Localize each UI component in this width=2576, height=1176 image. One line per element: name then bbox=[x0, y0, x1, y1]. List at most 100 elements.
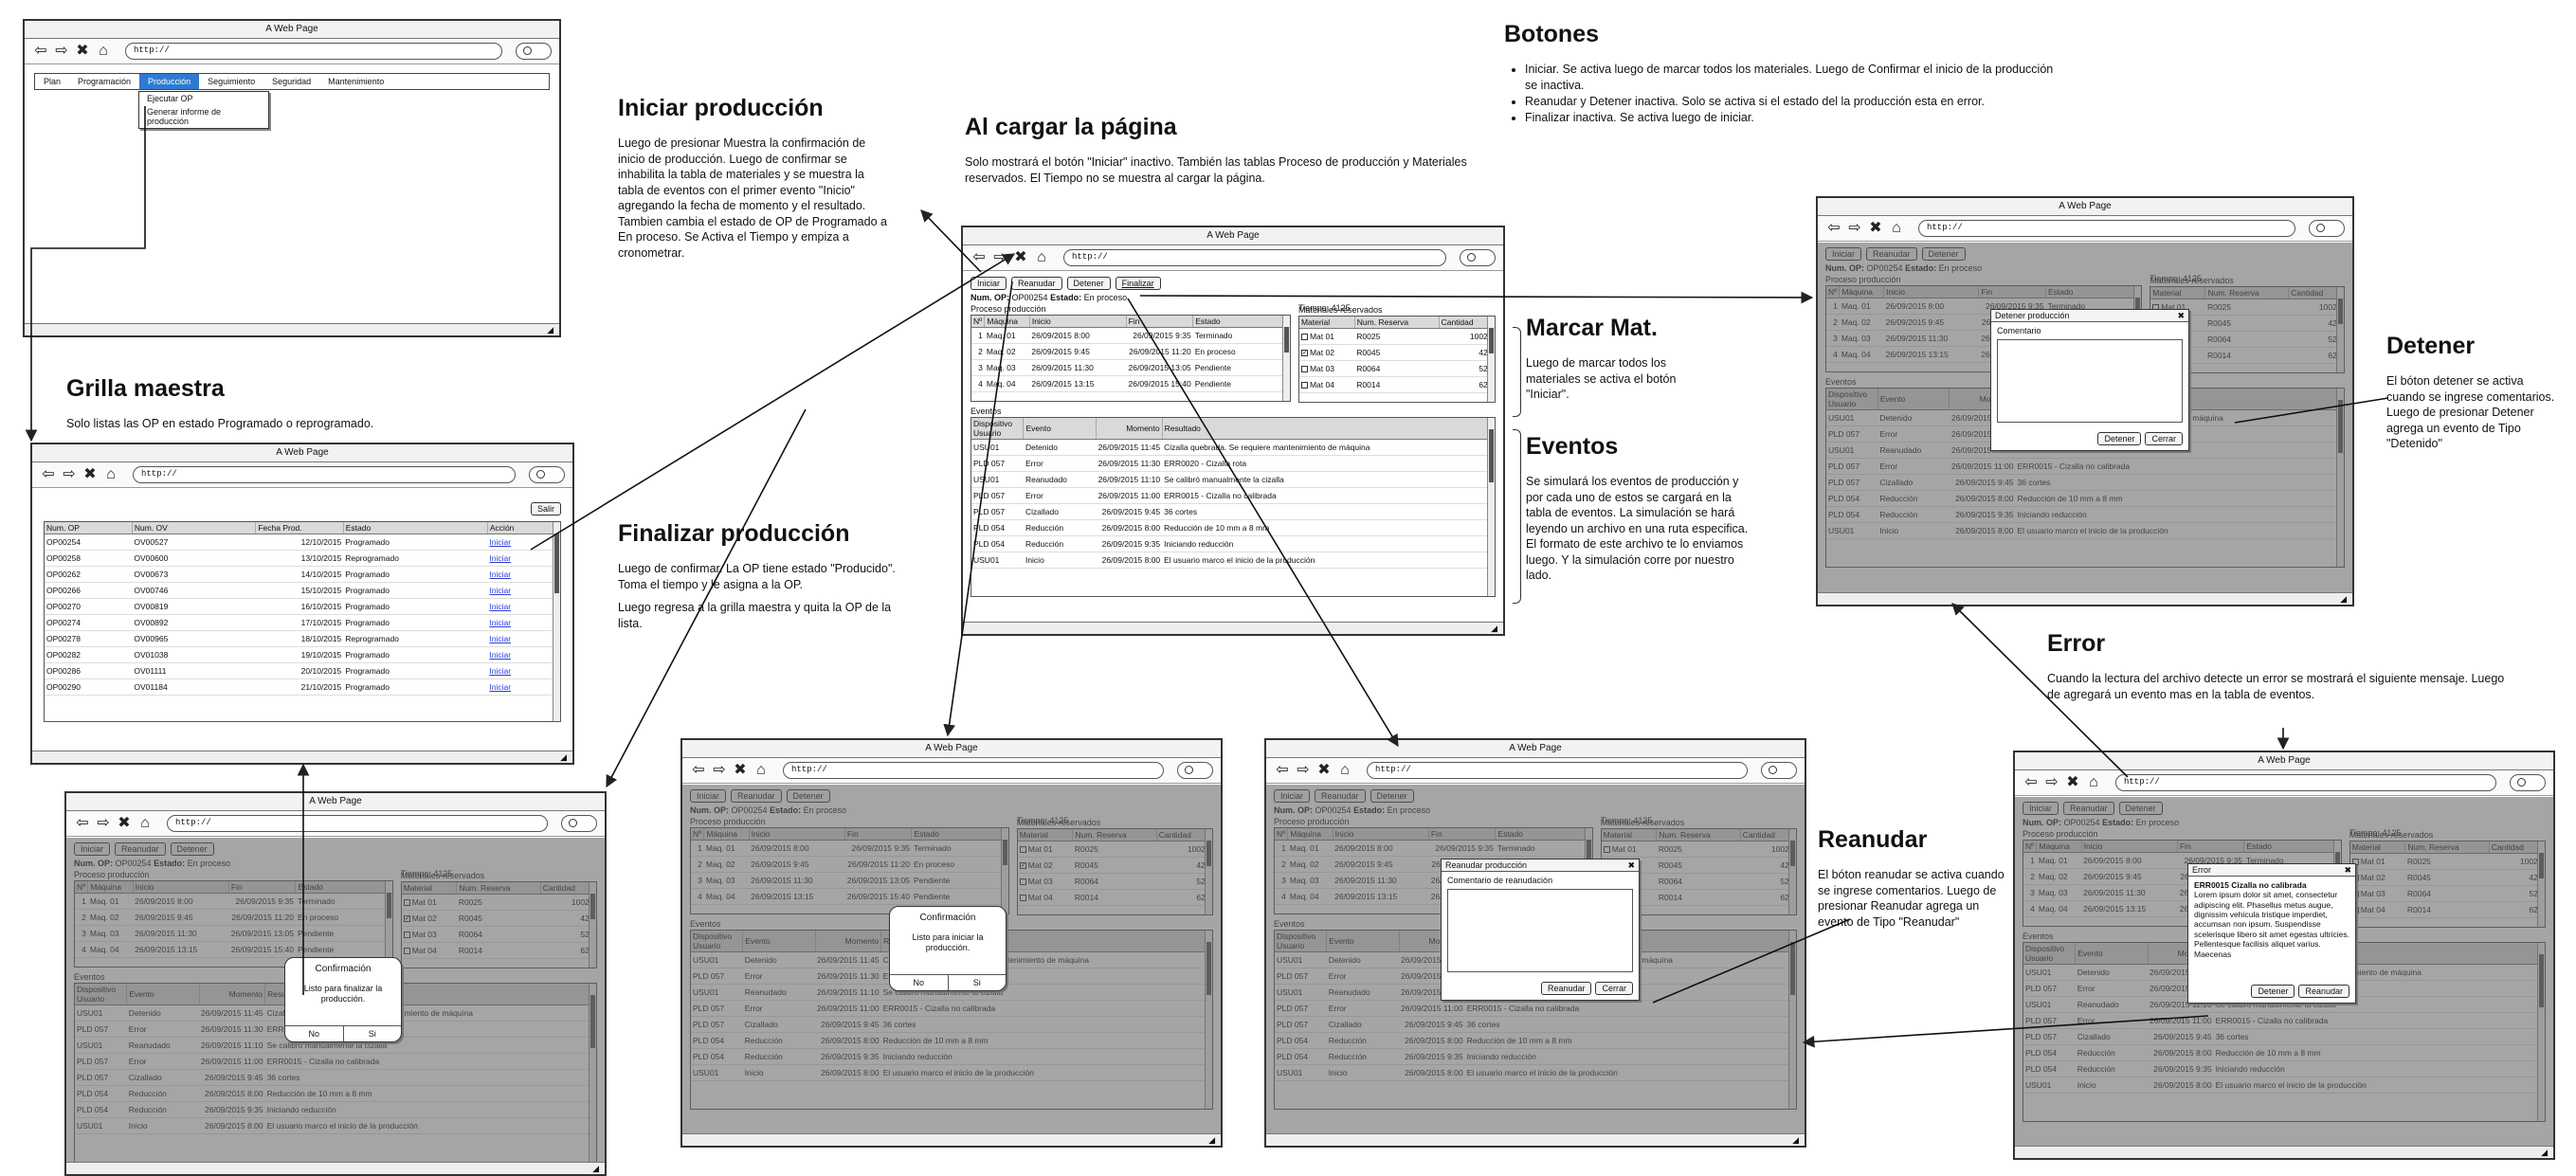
iniciar-link[interactable]: Iniciar bbox=[489, 634, 511, 643]
table-row[interactable]: USU01Detenido26/09/2015 11:45Cizalla que… bbox=[971, 439, 1495, 456]
address-bar[interactable]: http:// bbox=[783, 762, 1164, 779]
comment-textarea[interactable] bbox=[1997, 339, 2183, 423]
menu-item-seguimiento[interactable]: Seguimiento bbox=[199, 74, 263, 89]
back-icon[interactable]: ⇦ bbox=[1825, 220, 1842, 237]
menu-item-plan[interactable]: Plan bbox=[35, 74, 69, 89]
dropdown-item-generar-informe[interactable]: Generar informe de producción bbox=[139, 105, 268, 128]
forward-icon[interactable]: ⇨ bbox=[991, 249, 1008, 266]
search-icon[interactable] bbox=[516, 43, 552, 60]
material-cell[interactable]: ✓Mat 02 bbox=[1298, 344, 1355, 361]
stop-icon[interactable]: ✖ bbox=[1867, 220, 1884, 237]
table-row[interactable]: 3Maq. 0326/09/2015 11:3026/09/2015 13:05… bbox=[971, 359, 1290, 376]
action-cell[interactable]: Iniciar bbox=[487, 646, 560, 663]
stop-icon[interactable]: ✖ bbox=[82, 466, 99, 483]
action-cell[interactable]: Iniciar bbox=[487, 598, 560, 615]
back-icon[interactable]: ⇦ bbox=[690, 762, 707, 779]
home-icon[interactable]: ⌂ bbox=[1033, 249, 1050, 266]
confirm-no-button[interactable]: No bbox=[890, 975, 948, 990]
stop-icon[interactable]: ✖ bbox=[1315, 762, 1333, 779]
action-cell[interactable]: Iniciar bbox=[487, 534, 560, 551]
close-icon[interactable]: ✖ bbox=[1627, 860, 1635, 871]
confirm-si-button[interactable]: Si bbox=[947, 975, 1007, 990]
forward-icon[interactable]: ⇨ bbox=[1846, 220, 1863, 237]
iniciar-link[interactable]: Iniciar bbox=[489, 666, 511, 676]
table-row[interactable]: PLD 057Cizallado26/09/2015 9:4536 cortes bbox=[971, 503, 1495, 520]
stop-icon[interactable]: ✖ bbox=[2064, 774, 2081, 791]
forward-icon[interactable]: ⇨ bbox=[1295, 762, 1312, 779]
back-icon[interactable]: ⇦ bbox=[971, 249, 988, 266]
home-icon[interactable]: ⌂ bbox=[102, 466, 119, 483]
table-row[interactable]: 1Maq. 0126/09/2015 8:0026/09/2015 9:35Te… bbox=[971, 327, 1290, 344]
back-icon[interactable]: ⇦ bbox=[74, 815, 91, 832]
iniciar-link[interactable]: Iniciar bbox=[489, 537, 511, 547]
detener-button[interactable]: Detener bbox=[1066, 277, 1111, 290]
iniciar-link[interactable]: Iniciar bbox=[489, 553, 511, 563]
table-row[interactable]: USU01Inicio26/09/2015 8:00El usuario mar… bbox=[971, 552, 1495, 569]
scrollbar[interactable] bbox=[553, 522, 560, 721]
table-row[interactable]: Mat 04 R0014620 bbox=[1298, 376, 1495, 393]
close-icon[interactable]: ✖ bbox=[2344, 865, 2351, 876]
checkbox-icon[interactable]: ✓ bbox=[1300, 350, 1308, 357]
iniciar-link[interactable]: Iniciar bbox=[489, 586, 511, 595]
action-cell[interactable]: Iniciar bbox=[487, 662, 560, 679]
table-row[interactable]: 4Maq. 0426/09/2015 13:1526/09/2015 15:40… bbox=[971, 375, 1290, 392]
reanudar-cancel-button[interactable]: Cerrar bbox=[1595, 982, 1633, 995]
action-cell[interactable]: Iniciar bbox=[487, 678, 560, 696]
menu-item-mantenimiento[interactable]: Mantenimiento bbox=[319, 74, 392, 89]
address-bar[interactable]: http:// bbox=[2115, 774, 2496, 791]
table-row[interactable]: OP00286 OV01111 20/10/2015 Programado Inicia… bbox=[45, 662, 560, 679]
iniciar-link[interactable]: Iniciar bbox=[489, 650, 511, 660]
back-icon[interactable]: ⇦ bbox=[40, 466, 57, 483]
menu-item-seguridad[interactable]: Seguridad bbox=[263, 74, 319, 89]
reanudar-button[interactable]: Reanudar bbox=[1011, 277, 1062, 290]
table-row[interactable]: OP00266 OV00746 15/10/2015 Programado Inicia… bbox=[45, 582, 560, 599]
address-bar[interactable]: http:// bbox=[1367, 762, 1748, 779]
reanudar-ok-button[interactable]: Reanudar bbox=[1540, 982, 1592, 995]
scrollbar[interactable] bbox=[1487, 418, 1495, 596]
table-row[interactable]: ✓Mat 02R0045420 bbox=[1298, 344, 1495, 361]
address-bar[interactable]: http:// bbox=[125, 43, 502, 60]
action-cell[interactable]: Iniciar bbox=[487, 550, 560, 567]
action-cell[interactable]: Iniciar bbox=[487, 630, 560, 647]
material-cell[interactable]: Mat 01 bbox=[1298, 328, 1355, 345]
search-icon[interactable] bbox=[529, 466, 565, 483]
home-icon[interactable]: ⌂ bbox=[2085, 774, 2102, 791]
table-row[interactable]: PLD 057Error26/09/2015 11:30ERR0020 - Ci… bbox=[971, 455, 1495, 472]
search-icon[interactable] bbox=[2309, 220, 2345, 237]
iniciar-link[interactable]: Iniciar bbox=[489, 570, 511, 579]
back-icon[interactable]: ⇦ bbox=[2023, 774, 2040, 791]
iniciar-button[interactable]: Iniciar bbox=[971, 277, 1007, 290]
table-row[interactable]: PLD 054Reducción26/09/2015 9:35Iniciando… bbox=[971, 535, 1495, 552]
table-row[interactable]: OP00262 OV00673 14/10/2015 Programado Inicia… bbox=[45, 566, 560, 583]
action-cell[interactable]: Iniciar bbox=[487, 566, 560, 583]
table-row[interactable]: 2Maq. 0226/09/2015 9:4526/09/2015 11:20E… bbox=[971, 343, 1290, 360]
table-row[interactable]: OP00274 OV00892 17/10/2015 Programado Inicia… bbox=[45, 614, 560, 631]
stop-icon[interactable]: ✖ bbox=[74, 43, 91, 60]
menu-item-programacion[interactable]: Programación bbox=[69, 74, 139, 89]
table-row[interactable]: OP00278 OV00965 18/10/2015 Reprogramado Inic… bbox=[45, 630, 560, 647]
detener-ok-button[interactable]: Detener bbox=[2097, 432, 2142, 445]
address-bar[interactable]: http:// bbox=[1918, 220, 2295, 237]
search-icon[interactable] bbox=[1177, 762, 1213, 779]
stop-icon[interactable]: ✖ bbox=[116, 815, 133, 832]
forward-icon[interactable]: ⇨ bbox=[2043, 774, 2060, 791]
home-icon[interactable]: ⌂ bbox=[95, 43, 112, 60]
table-row[interactable]: OP00270 OV00819 16/10/2015 Programado Inicia… bbox=[45, 598, 560, 615]
address-bar[interactable]: http:// bbox=[1063, 249, 1446, 266]
error-detener-button[interactable]: Detener bbox=[2251, 985, 2295, 998]
menu-item-produccion[interactable]: Producción bbox=[139, 74, 200, 89]
finalizar-button[interactable]: Finalizar bbox=[1115, 277, 1161, 290]
table-row[interactable]: Mat 03 R0064520 bbox=[1298, 360, 1495, 377]
stop-icon[interactable]: ✖ bbox=[732, 762, 749, 779]
address-bar[interactable]: http:// bbox=[133, 466, 516, 483]
home-icon[interactable]: ⌂ bbox=[1336, 762, 1353, 779]
home-icon[interactable]: ⌂ bbox=[1888, 220, 1905, 237]
detener-cancel-button[interactable]: Cerrar bbox=[2145, 432, 2183, 445]
back-icon[interactable]: ⇦ bbox=[32, 43, 49, 60]
comment-textarea[interactable] bbox=[1447, 889, 1633, 972]
checkbox-icon[interactable] bbox=[1300, 382, 1308, 389]
table-row[interactable]: USU01Reanudado26/09/2015 11:10Se calibró… bbox=[971, 471, 1495, 488]
table-row[interactable]: OP00282 OV01038 19/10/2015 Programado Inicia… bbox=[45, 646, 560, 663]
iniciar-link[interactable]: Iniciar bbox=[489, 618, 511, 627]
home-icon[interactable]: ⌂ bbox=[136, 815, 154, 832]
